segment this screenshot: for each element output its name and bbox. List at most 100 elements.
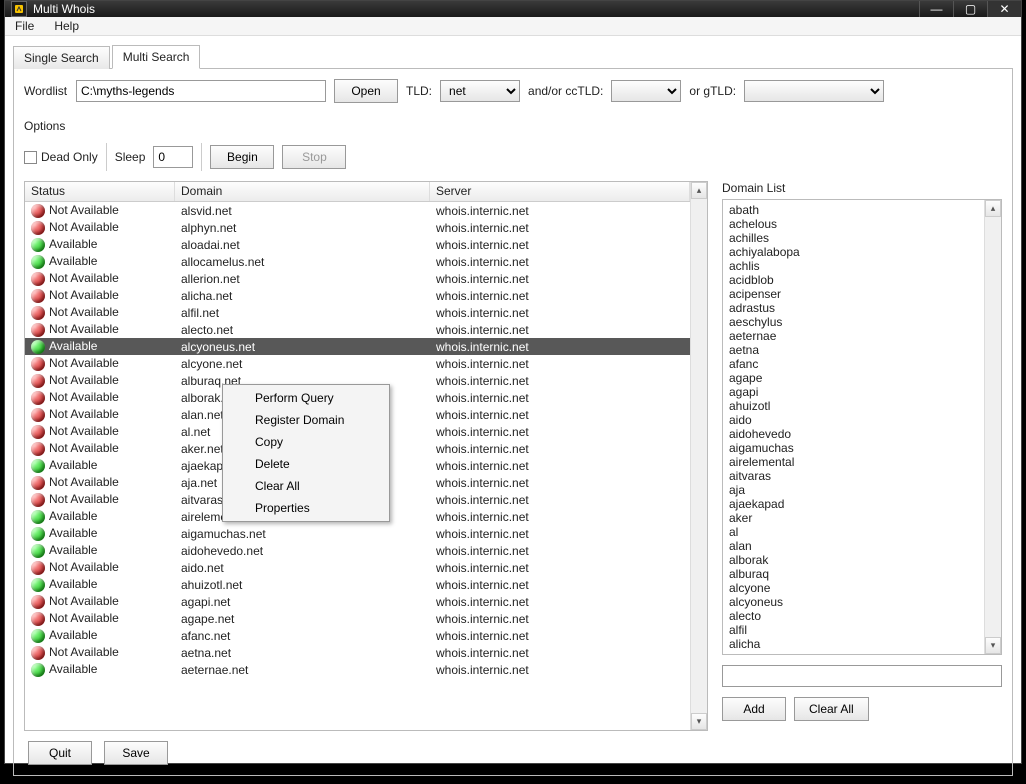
list-item[interactable]: agape [729,371,978,385]
table-row[interactable]: Not Availablealicha.netwhois.internic.ne… [25,287,690,304]
title-bar[interactable]: Multi Whois — ▢ ✕ [5,1,1021,17]
tld-select[interactable]: net [440,80,520,102]
list-item[interactable]: alecto [729,609,978,623]
list-item[interactable]: alborak [729,553,978,567]
stop-button[interactable]: Stop [282,145,346,169]
table-row[interactable]: Availableaeternae.netwhois.internic.net [25,661,690,678]
save-button[interactable]: Save [104,741,168,765]
table-row[interactable]: Not Availablealsvid.netwhois.internic.ne… [25,202,690,219]
domain-cell: aigamuchas.net [175,527,430,541]
tab-single-search[interactable]: Single Search [13,46,110,69]
domain-list-scrollbar[interactable]: ▴ ▾ [984,200,1001,654]
list-item[interactable]: afanc [729,357,978,371]
status-unavailable-icon [31,221,45,235]
list-item[interactable]: aeternae [729,329,978,343]
status-unavailable-icon [31,272,45,286]
status-available-icon [31,544,45,558]
results-scrollbar[interactable]: ▴ ▾ [690,182,707,730]
table-row[interactable]: Availableafanc.netwhois.internic.net [25,627,690,644]
server-cell: whois.internic.net [430,255,690,269]
scroll-down-icon[interactable]: ▾ [985,637,1001,654]
list-item[interactable]: aido [729,413,978,427]
list-item[interactable]: al [729,525,978,539]
sleep-input[interactable] [153,146,193,168]
menu-item[interactable]: Copy [225,431,387,453]
header-domain[interactable]: Domain [175,182,430,201]
menu-item[interactable]: Delete [225,453,387,475]
status-unavailable-icon [31,612,45,626]
table-row[interactable]: Not Availablealecto.netwhois.internic.ne… [25,321,690,338]
scroll-up-icon[interactable]: ▴ [691,182,707,199]
add-button[interactable]: Add [722,697,786,721]
table-row[interactable]: Not Availableagape.netwhois.internic.net [25,610,690,627]
maximize-button[interactable]: ▢ [953,1,987,17]
list-item[interactable]: achilles [729,231,978,245]
status-cell: Not Available [25,322,175,337]
table-row[interactable]: Availableallocamelus.netwhois.internic.n… [25,253,690,270]
table-row[interactable]: Not Availablealphyn.netwhois.internic.ne… [25,219,690,236]
list-item[interactable]: aetna [729,343,978,357]
list-item[interactable]: alcyoneus [729,595,978,609]
table-row[interactable]: Not Availableaido.netwhois.internic.net [25,559,690,576]
begin-button[interactable]: Begin [210,145,274,169]
dead-only-checkbox[interactable]: Dead Only [24,150,98,164]
list-item[interactable]: agapi [729,385,978,399]
table-row[interactable]: Not Availableallerion.netwhois.internic.… [25,270,690,287]
open-button[interactable]: Open [334,79,398,103]
table-row[interactable]: Availableaidohevedo.netwhois.internic.ne… [25,542,690,559]
list-item[interactable]: alfil [729,623,978,637]
header-server[interactable]: Server [430,182,690,201]
table-row[interactable]: Availablealcyoneus.netwhois.internic.net [25,338,690,355]
table-row[interactable]: Not Availableaetna.netwhois.internic.net [25,644,690,661]
menu-file[interactable]: File [5,17,44,35]
list-item[interactable]: ajaekapad [729,497,978,511]
list-item[interactable]: achlis [729,259,978,273]
cctld-select[interactable] [611,80,681,102]
list-item[interactable]: airelemental [729,455,978,469]
header-status[interactable]: Status [25,182,175,201]
list-item[interactable]: aigamuchas [729,441,978,455]
status-cell: Available [25,339,175,354]
table-row[interactable]: Not Availableagapi.netwhois.internic.net [25,593,690,610]
scroll-down-icon[interactable]: ▾ [691,713,707,730]
menu-item[interactable]: Register Domain [225,409,387,431]
quit-button[interactable]: Quit [28,741,92,765]
list-item[interactable]: alicha [729,637,978,651]
list-item[interactable]: acidblob [729,273,978,287]
menu-item[interactable]: Perform Query [225,387,387,409]
checkbox-box[interactable] [24,151,37,164]
list-item[interactable]: alan [729,539,978,553]
clear-all-button[interactable]: Clear All [794,697,869,721]
list-item[interactable]: aker [729,511,978,525]
menu-item[interactable]: Clear All [225,475,387,497]
list-item[interactable]: aitvaras [729,469,978,483]
menu-help[interactable]: Help [44,17,89,35]
scroll-up-icon[interactable]: ▴ [985,200,1001,217]
list-item[interactable]: alburaq [729,567,978,581]
list-item[interactable]: acipenser [729,287,978,301]
list-item[interactable]: alcyone [729,581,978,595]
list-item[interactable]: ahuizotl [729,399,978,413]
menu-item[interactable]: Properties [225,497,387,519]
table-row[interactable]: Availablealoadai.netwhois.internic.net [25,236,690,253]
list-item[interactable]: achelous [729,217,978,231]
list-item[interactable]: adrastus [729,301,978,315]
domain-list-input[interactable] [722,665,1002,687]
wordlist-input[interactable] [76,80,326,102]
table-row[interactable]: Availableaigamuchas.netwhois.internic.ne… [25,525,690,542]
list-item[interactable]: aidohevedo [729,427,978,441]
close-button[interactable]: ✕ [987,1,1021,17]
status-cell: Not Available [25,645,175,660]
domain-list-items[interactable]: abathachelousachillesachiyalabopaachlisa… [723,200,984,654]
list-item[interactable]: aja [729,483,978,497]
minimize-button[interactable]: — [919,1,953,17]
table-row[interactable]: Not Availablealfil.netwhois.internic.net [25,304,690,321]
list-item[interactable]: aeschylus [729,315,978,329]
table-row[interactable]: Availableahuizotl.netwhois.internic.net [25,576,690,593]
status-cell: Not Available [25,220,175,235]
list-item[interactable]: achiyalabopa [729,245,978,259]
list-item[interactable]: abath [729,203,978,217]
gtld-select[interactable] [744,80,884,102]
table-row[interactable]: Not Availablealcyone.netwhois.internic.n… [25,355,690,372]
tab-multi-search[interactable]: Multi Search [112,45,201,69]
